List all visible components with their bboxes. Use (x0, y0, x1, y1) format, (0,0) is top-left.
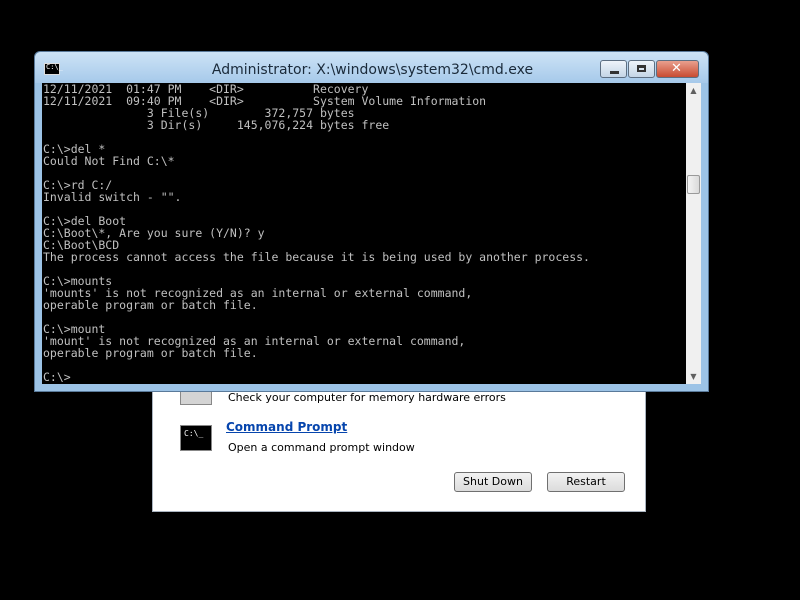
console-line: operable program or batch file. (43, 346, 258, 360)
scroll-up-icon[interactable]: ▲ (686, 83, 701, 98)
cmd-window: C:\_ Administrator: X:\windows\system32\… (34, 51, 709, 392)
title-bar[interactable]: C:\_ Administrator: X:\windows\system32\… (35, 52, 708, 83)
restart-button[interactable]: Restart (547, 472, 625, 492)
scroll-down-icon[interactable]: ▼ (686, 369, 701, 384)
minimize-icon (610, 71, 619, 74)
console-line: operable program or batch file. (43, 298, 258, 312)
minimize-button[interactable] (600, 60, 627, 78)
maximize-icon (637, 65, 646, 72)
console-line: Invalid switch - "". (43, 190, 182, 204)
console-line: 3 Dir(s) 145,076,224 bytes free (43, 118, 390, 132)
maximize-button[interactable] (628, 60, 655, 78)
console-line: C:\> (43, 370, 71, 384)
vertical-scrollbar[interactable]: ▲ ▼ (686, 83, 701, 384)
close-icon: ✕ (671, 61, 682, 76)
close-button[interactable]: ✕ (656, 60, 699, 78)
console-output[interactable]: 12/11/2021 01:47 PM <DIR> Recovery 12/11… (42, 83, 686, 384)
shut-down-button[interactable]: Shut Down (454, 472, 532, 492)
console-line: Could Not Find C:\* (43, 154, 175, 168)
scrollbar-thumb[interactable] (687, 175, 700, 194)
memory-diagnostic-description: Check your computer for memory hardware … (228, 391, 506, 404)
console-text: 12/11/2021 01:47 PM <DIR> Recovery 12/11… (42, 83, 686, 383)
command-prompt-icon[interactable]: C:\_ (180, 425, 212, 451)
command-prompt-icon-label: C:\_ (184, 429, 204, 438)
command-prompt-description: Open a command prompt window (228, 441, 415, 454)
console-line: The process cannot access the file becau… (43, 250, 590, 264)
command-prompt-link[interactable]: Command Prompt (226, 420, 347, 434)
system-recovery-dialog: Check your computer for memory hardware … (152, 382, 646, 512)
